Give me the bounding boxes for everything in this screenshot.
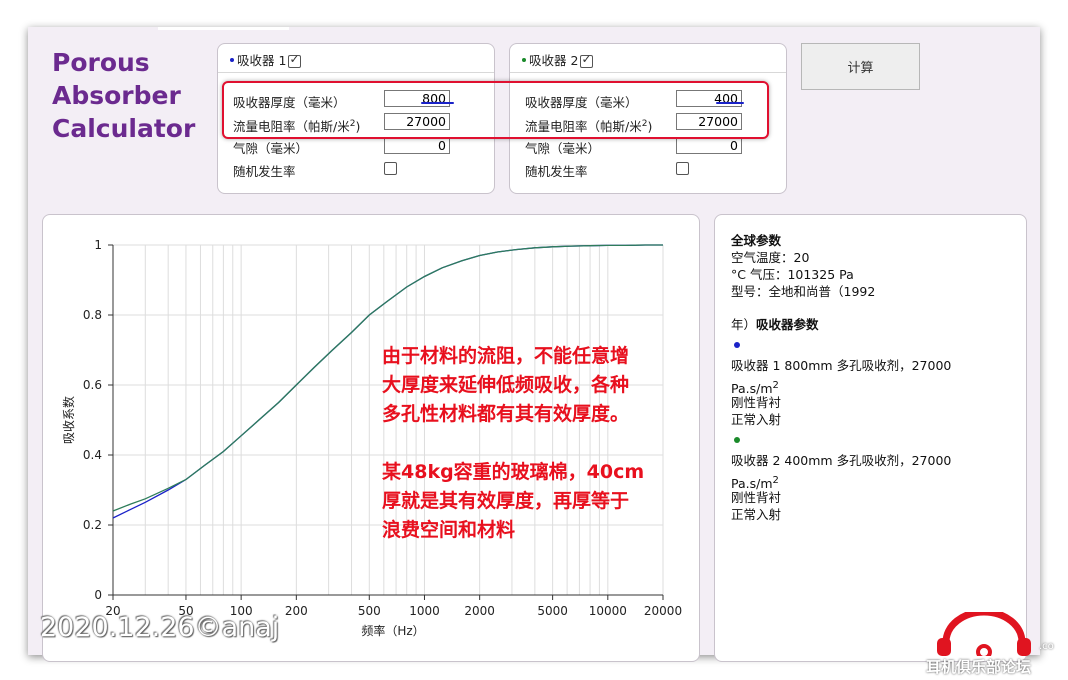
absorber1-legend-dot-icon [734,342,740,348]
annotation-line: 大厚度来延伸低频吸收，各种 [382,374,630,396]
absorber2-thickness-input[interactable] [676,90,742,107]
x-tick-label: 1000 [409,604,440,618]
absorber2-resistivity-label: 流量电阻率（帕斯/米2) [525,116,652,135]
calculate-button[interactable]: 计算 [801,43,920,90]
highlight-underline [421,102,454,104]
absorber1-resistivity-label-text: 流量电阻率（帕斯/米 [233,119,350,134]
absorber2-legend-dot-icon [734,437,740,443]
info-abs2-line1: 吸收器 2 400mm 多孔吸收剂，27000 [731,453,952,468]
info-global-header-text: 全球参数 [731,233,782,248]
logo-text: 耳机俱乐部论坛 [926,658,1032,676]
app-title-line: Porous [52,48,150,77]
absorber2-title-text: 吸收器 2 [529,53,579,68]
x-tick-label: 10000 [589,604,627,618]
app-title-line: Calculator [52,114,196,143]
info-abs1-line3: 刚性背衬 [731,395,782,410]
absorber1-dot-icon [230,57,234,62]
y-tick-label: 0.2 [83,518,102,532]
absorption-chart: 00.20.40.60.8120 50 100 200 500 1000 2000 5000 1… [61,238,682,638]
absorber1-resistivity-label: 流量电阻率（帕斯/米2) [233,116,360,135]
absorber1-title: 吸收器 1 [230,50,302,69]
annotation-line: 多孔性材料都有其有效厚度。 [382,403,630,425]
y-tick-label: 0.6 [83,378,102,392]
absorber2-panel: 吸收器 2 吸收器厚度（毫米） 流量电阻率（帕斯/米2) 气隙（毫米） 随机发生… [509,43,787,194]
y-tick-label: 0.4 [83,448,102,462]
x-tick-label: 200 [285,604,308,618]
annotation-line: 由于材料的流阻，不能任意增 [382,345,630,367]
forum-logo-icon [937,612,1031,656]
absorber2-enable-checkbox[interactable] [580,52,594,68]
annotation-line: 厚就是其有效厚度，再厚等于 [382,490,630,512]
info-global-header: 全球参数 [731,232,781,249]
absorber1-enable-checkbox[interactable] [288,52,302,68]
app-title-line: Absorber [52,81,181,110]
x-tick-label: 2000 [464,604,495,618]
info-pressure: °C 气压：101325 Pa [731,267,854,282]
absorber2-airgap-input[interactable] [676,137,742,154]
divider [510,72,786,73]
info-abs1-line4: 正常入射 [731,412,782,427]
highlight-underline [716,102,744,104]
info-abs1-sup: 2 [772,380,779,391]
info-abs2-sup: 2 [772,475,779,486]
absorber2-title: 吸收器 2 [522,50,594,69]
top-tab-strip [158,27,289,30]
absorber2-airgap-label: 气隙（毫米） [525,141,601,156]
absorber2-resistivity-close: ) [647,119,653,134]
annotation-line: 浪费空间和材料 [382,519,516,541]
chart-panel: 0 0.2 0.4 0.6 0.8 1 20 50 100 200 500 1000 2000 5000 1… [42,214,700,662]
absorber1-random-checkbox[interactable] [384,162,397,175]
x-tick-label: 20000 [644,604,682,618]
absorber2-random-label: 随机发生率 [525,164,588,179]
info-panel: 全球参数 空气温度：20 °C 气压：101325 Pa 型号：全地和尚普（19… [714,214,1027,662]
x-axis-label: 频率（Hz） [361,623,424,638]
absorber1-resistivity-close: ) [355,119,361,134]
y-tick-label: 1 [94,238,102,252]
x-tick-label: 500 [358,604,381,618]
info-abs1-line1: 吸收器 1 800mm 多孔吸收剂，27000 [731,358,952,373]
absorber2-resistivity-input[interactable] [676,113,742,130]
absorber1-title-text: 吸收器 1 [237,53,287,68]
y-axis-label: 吸收系数 [61,396,76,444]
y-tick-label: 0 [94,588,102,602]
absorber1-thickness-label: 吸收器厚度（毫米） [233,95,346,110]
absorber1-resistivity-input[interactable] [384,113,450,130]
watermark: 2020.12.26©anaj [40,612,280,643]
info-model: 型号：全地和尚普（1992 [731,284,876,299]
annotation-line: 某48kg容重的玻璃棉，40cm [382,461,645,483]
info-absorber-header-text: 吸收器参数 [756,317,819,332]
absorber1-panel: 吸收器 1 吸收器厚度（毫米） 流量电阻率（帕斯/米2) 气隙（毫米） 随机发生… [217,43,495,194]
x-tick-label: 5000 [537,604,568,618]
info-abs2-line4: 正常入射 [731,507,782,522]
absorber1-thickness-input[interactable] [384,90,450,107]
y-tick-label: 0.8 [83,308,102,322]
info-abs2-line3: 刚性背衬 [731,490,782,505]
absorber1-airgap-label: 气隙（毫米） [233,141,309,156]
info-air-temp: 空气温度：20 [731,250,810,265]
logo-suffix: .co [1039,641,1054,652]
absorber1-airgap-input[interactable] [384,137,450,154]
divider [218,72,494,73]
absorber2-dot-icon [522,57,526,62]
app-title: Porous Absorber Calculator [52,46,195,145]
absorber2-resistivity-label-text: 流量电阻率（帕斯/米 [525,119,642,134]
absorber2-thickness-label: 吸收器厚度（毫米） [525,95,638,110]
absorber2-random-checkbox[interactable] [676,162,689,175]
absorber1-random-label: 随机发生率 [233,164,296,179]
info-absorber-header-prefix: 年） [731,317,757,332]
info-absorber-header: 年）吸收器参数 [731,316,819,333]
